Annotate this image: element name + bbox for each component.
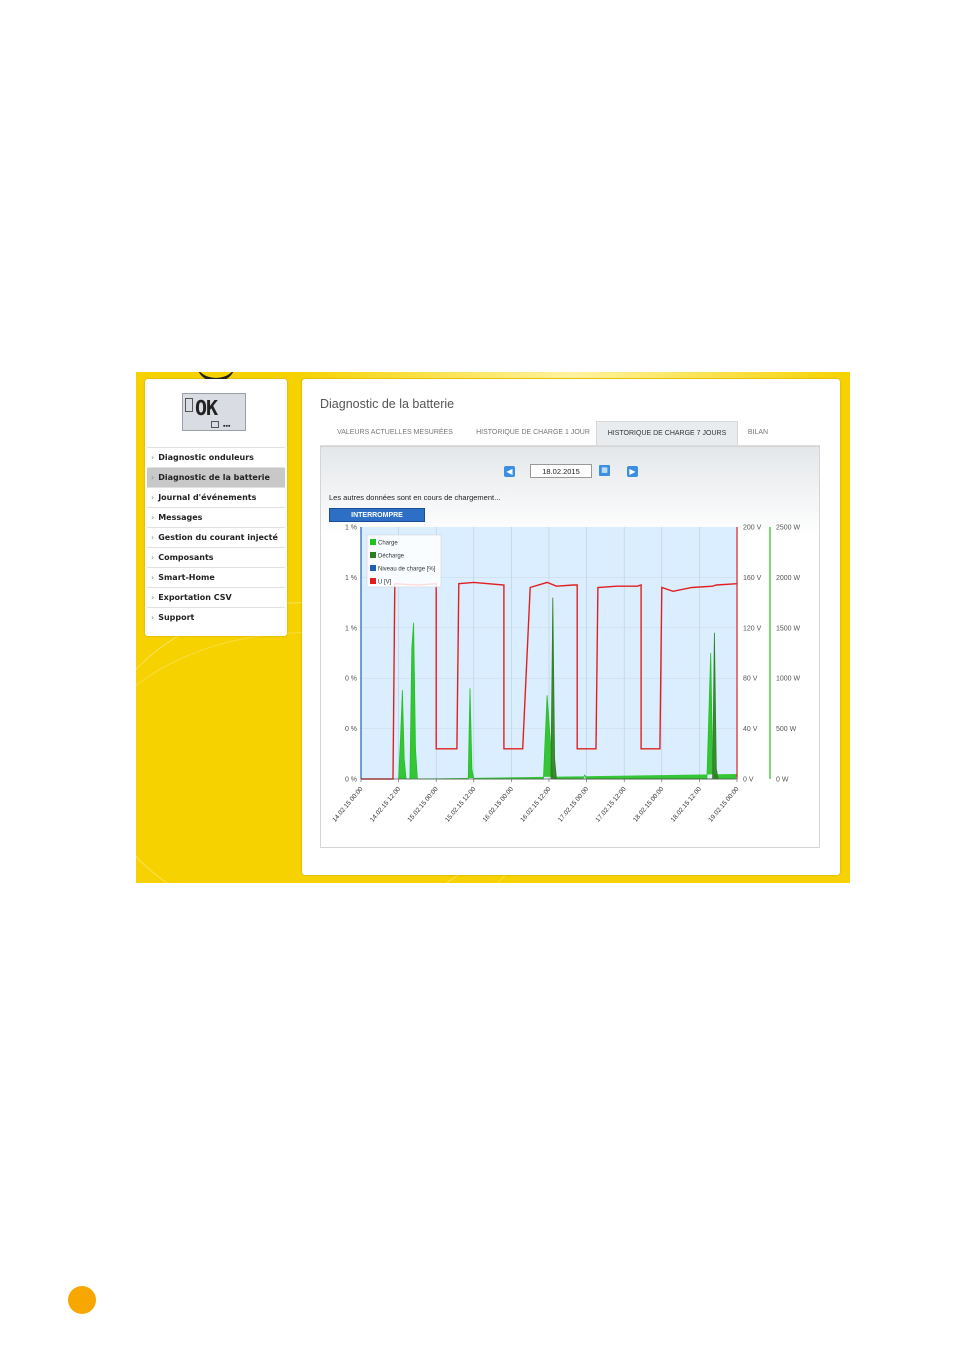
voltage-tick-label: 120 V — [743, 625, 762, 632]
main-content: Diagnostic de la batterie VALEURS ACTUEL… — [302, 379, 840, 875]
tab-historique-1-jour[interactable]: HISTORIQUE DE CHARGE 1 JOUR — [470, 421, 596, 445]
left-axis-ticks: 0 % 0 % 0 % 1 % 1 % 1 % — [345, 525, 357, 784]
page-title: Diagnostic de la batterie — [320, 397, 455, 411]
legend-label: Niveau de charge [%] — [378, 567, 436, 573]
chevron-right-icon: › — [151, 613, 155, 622]
power-tick-label: 0 W — [776, 777, 789, 784]
sidebar-item-diagnostic-onduleurs[interactable]: › Diagnostic onduleurs — [147, 447, 285, 467]
sidebar-item-label: Support — [158, 613, 195, 622]
screenshot-frame: OK ▪▪▪ › Diagnostic onduleurs › Diagnostic… — [136, 372, 850, 883]
previous-date-button[interactable]: ◀ — [504, 466, 515, 477]
chevron-right-icon: › — [151, 473, 155, 482]
top-highlight — [296, 372, 850, 378]
tab-bilan[interactable]: BILAN — [738, 421, 778, 445]
tab-valeurs-actuelles[interactable]: VALEURS ACTUELLES MESURÉES — [320, 421, 470, 445]
voltage-tick-label: 80 V — [743, 676, 758, 683]
power-tick-label: 2000 W — [776, 575, 801, 582]
left-tick-label: 1 % — [345, 575, 357, 582]
sidebar-item-label: Messages — [158, 513, 203, 522]
chevron-right-icon: › — [151, 593, 155, 602]
battery-icon — [211, 421, 219, 428]
legend-label: Charge — [378, 541, 398, 547]
legend-swatch — [370, 578, 376, 584]
sidebar-item-gestion-courant[interactable]: › Gestion du courant injecté — [147, 527, 285, 547]
chevron-right-icon: › — [151, 533, 155, 542]
sidebar-item-diagnostic-batterie[interactable]: › Diagnostic de la batterie — [147, 467, 285, 487]
x-tick-label: 15.02.15 00:00 — [406, 785, 439, 823]
history-panel: ◀ 18.02.2015 ▦ ▶ Les autres données sont… — [320, 446, 820, 848]
chevron-right-icon: › — [151, 453, 155, 462]
x-tick-label: 14.02.15 12:00 — [369, 785, 402, 823]
tab-bar: VALEURS ACTUELLES MESURÉES HISTORIQUE DE… — [320, 421, 820, 446]
x-tick-label: 17.02.15 00:00 — [557, 785, 590, 823]
sidebar-item-label: Diagnostic de la batterie — [158, 473, 270, 482]
left-tick-label: 1 % — [345, 625, 357, 632]
sidebar: OK ▪▪▪ › Diagnostic onduleurs › Diagnostic… — [145, 379, 287, 636]
date-field[interactable]: 18.02.2015 — [530, 464, 592, 478]
sidebar-item-label: Diagnostic onduleurs — [158, 453, 254, 462]
voltage-tick-label: 200 V — [743, 525, 762, 532]
chevron-right-icon: › — [151, 553, 155, 562]
legend-swatch — [370, 552, 376, 558]
sidebar-nav: › Diagnostic onduleurs › Diagnostic de la … — [147, 447, 285, 627]
inverter-icon — [185, 398, 193, 412]
loading-message: Les autres données sont en cours de char… — [329, 493, 501, 502]
power-tick-label: 1500 W — [776, 625, 801, 632]
legend-label: U [V] — [378, 580, 392, 586]
chevron-right-icon: › — [151, 493, 155, 502]
power-tick-label: 2500 W — [776, 525, 801, 532]
power-axis-ticks: 0 W 500 W 1000 W 1500 W 2000 W 2500 W — [776, 525, 801, 784]
status-display: OK ▪▪▪ — [182, 393, 246, 431]
next-date-button[interactable]: ▶ — [627, 466, 638, 477]
chevron-right-icon: › — [151, 513, 155, 522]
x-tick-label: 14.02.15 00:00 — [331, 785, 364, 823]
legend-swatch — [370, 565, 376, 571]
sidebar-item-label: Gestion du courant injecté — [158, 533, 278, 542]
voltage-tick-label: 0 V — [743, 777, 754, 784]
left-tick-label: 1 % — [345, 525, 357, 532]
left-tick-label: 0 % — [345, 726, 357, 733]
legend-label: Décharge — [378, 554, 405, 560]
sidebar-item-exportation-csv[interactable]: › Exportation CSV — [147, 587, 285, 607]
left-tick-label: 0 % — [345, 676, 357, 683]
battery-history-chart: 0 % 0 % 0 % 1 % 1 % 1 % 0 V 40 V 80 V 120 V 160 V… — [331, 525, 801, 824]
sidebar-item-composants[interactable]: › Composants — [147, 547, 285, 567]
sidebar-item-label: Exportation CSV — [158, 593, 232, 602]
x-tick-label: 15.02.15 12:00 — [444, 785, 477, 823]
voltage-axis-ticks: 0 V 40 V 80 V 120 V 160 V 200 V — [743, 525, 762, 784]
sidebar-item-messages[interactable]: › Messages — [147, 507, 285, 527]
x-tick-label: 19.02.15 00:00 — [707, 785, 740, 823]
sidebar-item-smart-home[interactable]: › Smart-Home — [147, 567, 285, 587]
x-tick-label: 17.02.15 12:00 — [594, 785, 627, 823]
chart-legend: Charge Décharge Niveau de charge [%] U [V] — [366, 534, 442, 588]
voltage-tick-label: 160 V — [743, 575, 762, 582]
x-tick-label: 16.02.15 12:00 — [519, 785, 552, 823]
chevron-right-icon: › — [151, 573, 155, 582]
voltage-tick-label: 40 V — [743, 726, 758, 733]
page-marker — [68, 1286, 96, 1314]
status-text: OK — [195, 396, 218, 420]
sidebar-item-label: Smart-Home — [158, 573, 215, 582]
sidebar-item-support[interactable]: › Support — [147, 607, 285, 627]
legend-swatch — [370, 539, 376, 545]
x-tick-label: 18.02.15 00:00 — [632, 785, 665, 823]
power-tick-label: 1000 W — [776, 676, 801, 683]
x-tick-label: 16.02.15 00:00 — [482, 785, 515, 823]
sidebar-item-label: Journal d'événements — [158, 493, 257, 502]
dots-icon: ▪▪▪ — [223, 423, 231, 430]
tab-historique-7-jours[interactable]: HISTORIQUE DE CHARGE 7 JOURS — [596, 421, 738, 445]
sidebar-item-label: Composants — [158, 553, 214, 562]
left-tick-label: 0 % — [345, 777, 357, 784]
x-axis-ticks: 14.02.15 00:00 14.02.15 12:00 15.02.15 00:… — [331, 779, 741, 824]
sidebar-item-journal[interactable]: › Journal d'événements — [147, 487, 285, 507]
power-tick-label: 500 W — [776, 726, 797, 733]
x-tick-label: 18.02.15 12:00 — [670, 785, 703, 823]
calendar-icon[interactable]: ▦ — [599, 465, 610, 476]
